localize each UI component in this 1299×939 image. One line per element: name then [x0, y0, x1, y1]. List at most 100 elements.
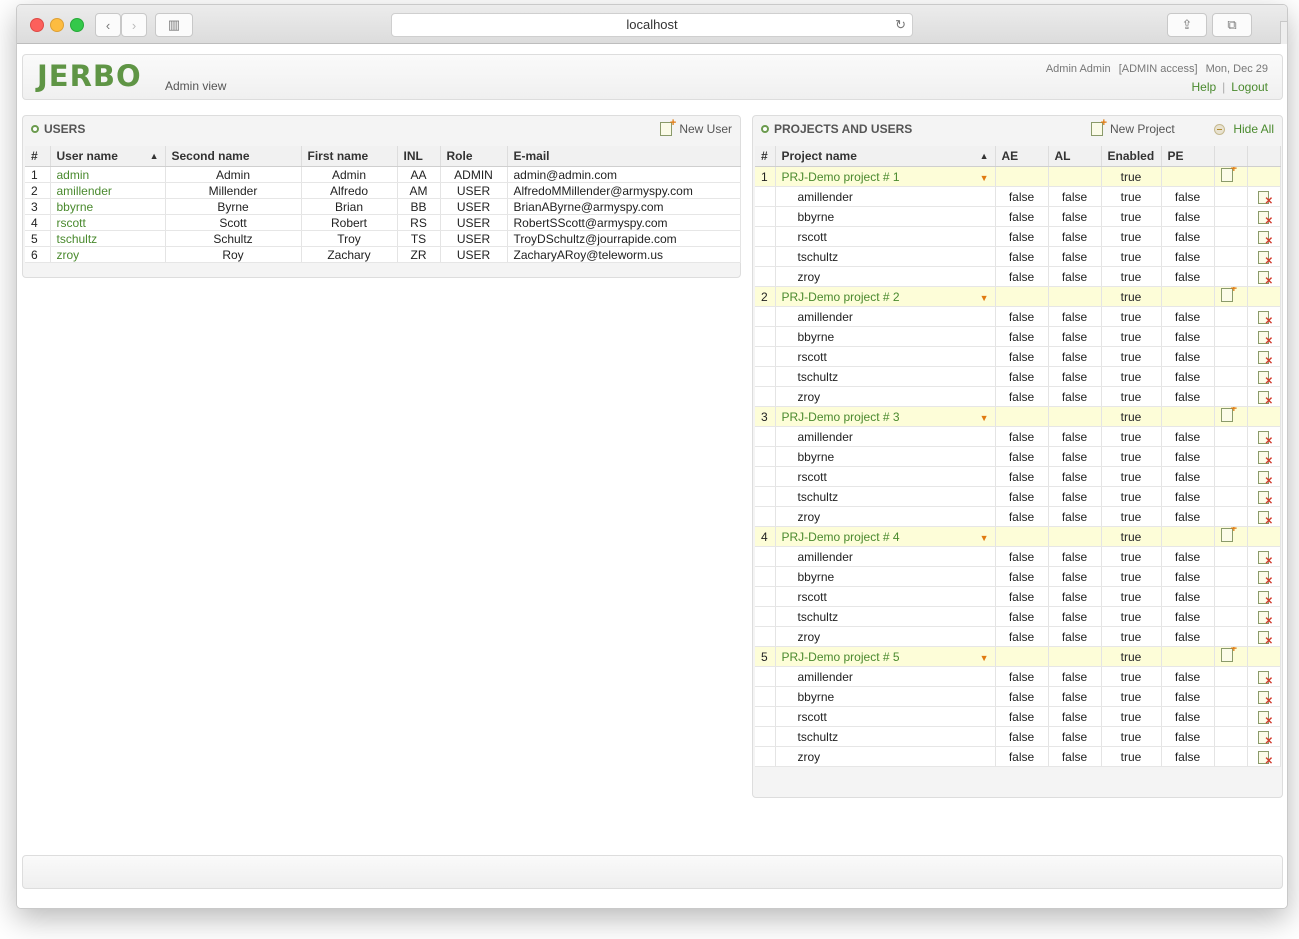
member-al[interactable]: false — [1048, 706, 1102, 727]
project-name-link[interactable]: PRJ-Demo project # 2 ▼ — [775, 286, 996, 307]
member-al[interactable]: false — [1048, 726, 1102, 747]
remove-member-icon[interactable] — [1258, 630, 1273, 646]
expand-dropdown-icon[interactable]: ▼ — [980, 293, 989, 303]
remove-member-icon[interactable] — [1258, 710, 1273, 726]
member-ae[interactable]: false — [995, 386, 1049, 407]
remove-member-icon[interactable] — [1258, 470, 1273, 486]
remove-member-icon[interactable] — [1258, 690, 1273, 706]
member-al[interactable]: false — [1048, 346, 1102, 367]
remove-member-icon[interactable] — [1258, 450, 1273, 466]
member-pe[interactable]: false — [1161, 266, 1215, 287]
member-al[interactable]: false — [1048, 226, 1102, 247]
member-ae[interactable]: false — [995, 626, 1049, 647]
member-ae[interactable]: false — [995, 586, 1049, 607]
member-ae[interactable]: false — [995, 426, 1049, 447]
new-tab-icon[interactable]: + — [1280, 21, 1287, 45]
member-enabled[interactable]: true — [1101, 686, 1162, 707]
member-pe[interactable]: false — [1161, 366, 1215, 387]
member-pe[interactable]: false — [1161, 746, 1215, 767]
member-al[interactable]: false — [1048, 586, 1102, 607]
member-enabled[interactable]: true — [1101, 346, 1162, 367]
remove-member-icon[interactable] — [1258, 570, 1273, 586]
username-link[interactable]: zroy — [50, 246, 166, 263]
help-link[interactable]: Help — [1191, 80, 1216, 94]
member-enabled[interactable]: true — [1101, 486, 1162, 507]
member-pe[interactable]: false — [1161, 186, 1215, 207]
member-ae[interactable]: false — [995, 366, 1049, 387]
member-al[interactable]: false — [1048, 566, 1102, 587]
member-ae[interactable]: false — [995, 566, 1049, 587]
member-enabled[interactable]: true — [1101, 566, 1162, 587]
member-ae[interactable]: false — [995, 226, 1049, 247]
minimize-window-icon[interactable] — [50, 18, 64, 32]
member-al[interactable]: false — [1048, 366, 1102, 387]
users-column-header[interactable]: Role — [440, 146, 508, 167]
hide-all-button[interactable]: Hide All — [1214, 122, 1274, 136]
reload-icon[interactable]: ↻ — [895, 14, 906, 36]
member-enabled[interactable]: true — [1101, 246, 1162, 267]
member-pe[interactable]: false — [1161, 306, 1215, 327]
member-pe[interactable]: false — [1161, 626, 1215, 647]
member-ae[interactable]: false — [995, 326, 1049, 347]
expand-dropdown-icon[interactable]: ▼ — [980, 413, 989, 423]
remove-member-icon[interactable] — [1258, 210, 1273, 226]
member-enabled[interactable]: true — [1101, 226, 1162, 247]
member-ae[interactable]: false — [995, 466, 1049, 487]
member-al[interactable]: false — [1048, 746, 1102, 767]
users-column-header[interactable]: User name ▲ — [50, 146, 166, 167]
member-enabled[interactable]: true — [1101, 206, 1162, 227]
share-icon[interactable]: ⇪ — [1167, 13, 1207, 37]
member-enabled[interactable]: true — [1101, 366, 1162, 387]
member-enabled[interactable]: true — [1101, 546, 1162, 567]
address-bar[interactable]: localhost ↻ — [391, 13, 913, 37]
users-column-header[interactable]: INL — [397, 146, 441, 167]
users-column-header[interactable]: Second name — [165, 146, 302, 167]
member-al[interactable]: false — [1048, 246, 1102, 267]
member-al[interactable]: false — [1048, 686, 1102, 707]
add-member-icon[interactable] — [1221, 167, 1237, 182]
projects-column-header[interactable]: # — [755, 146, 776, 167]
projects-column-header[interactable]: AE — [995, 146, 1049, 167]
project-row[interactable]: 3 PRJ-Demo project # 3 ▼ true — [755, 406, 1281, 427]
member-al[interactable]: false — [1048, 606, 1102, 627]
remove-member-icon[interactable] — [1258, 350, 1273, 366]
project-name-link[interactable]: PRJ-Demo project # 1 ▼ — [775, 166, 996, 187]
username-link[interactable]: rscott — [50, 214, 166, 231]
sidebar-toggle-icon[interactable]: ▥ — [155, 13, 193, 37]
member-pe[interactable]: false — [1161, 546, 1215, 567]
member-enabled[interactable]: true — [1101, 446, 1162, 467]
add-member-icon[interactable] — [1221, 287, 1237, 302]
member-enabled[interactable]: true — [1101, 626, 1162, 647]
member-ae[interactable]: false — [995, 726, 1049, 747]
member-al[interactable]: false — [1048, 626, 1102, 647]
user-row[interactable]: 6 zroy Roy Zachary ZR USER ZacharyARoy@telewor… — [25, 246, 741, 263]
projects-column-header[interactable] — [1214, 146, 1248, 167]
remove-member-icon[interactable] — [1258, 270, 1273, 286]
projects-column-header[interactable]: AL — [1048, 146, 1102, 167]
member-ae[interactable]: false — [995, 306, 1049, 327]
member-al[interactable]: false — [1048, 386, 1102, 407]
member-ae[interactable]: false — [995, 506, 1049, 527]
member-pe[interactable]: false — [1161, 686, 1215, 707]
member-pe[interactable]: false — [1161, 346, 1215, 367]
project-row[interactable]: 5 PRJ-Demo project # 5 ▼ true — [755, 646, 1281, 667]
member-ae[interactable]: false — [995, 706, 1049, 727]
member-pe[interactable]: false — [1161, 606, 1215, 627]
member-enabled[interactable]: true — [1101, 306, 1162, 327]
member-al[interactable]: false — [1048, 206, 1102, 227]
close-window-icon[interactable] — [30, 18, 44, 32]
remove-member-icon[interactable] — [1258, 430, 1273, 446]
new-user-button[interactable]: New User — [660, 117, 732, 136]
member-al[interactable]: false — [1048, 426, 1102, 447]
member-enabled[interactable]: true — [1101, 706, 1162, 727]
member-enabled[interactable]: true — [1101, 266, 1162, 287]
member-ae[interactable]: false — [995, 546, 1049, 567]
projects-column-header[interactable]: PE — [1161, 146, 1215, 167]
users-column-header[interactable]: First name — [301, 146, 398, 167]
member-ae[interactable]: false — [995, 446, 1049, 467]
expand-dropdown-icon[interactable]: ▼ — [980, 653, 989, 663]
member-pe[interactable]: false — [1161, 246, 1215, 267]
maximize-window-icon[interactable] — [70, 18, 84, 32]
member-ae[interactable]: false — [995, 186, 1049, 207]
member-enabled[interactable]: true — [1101, 606, 1162, 627]
